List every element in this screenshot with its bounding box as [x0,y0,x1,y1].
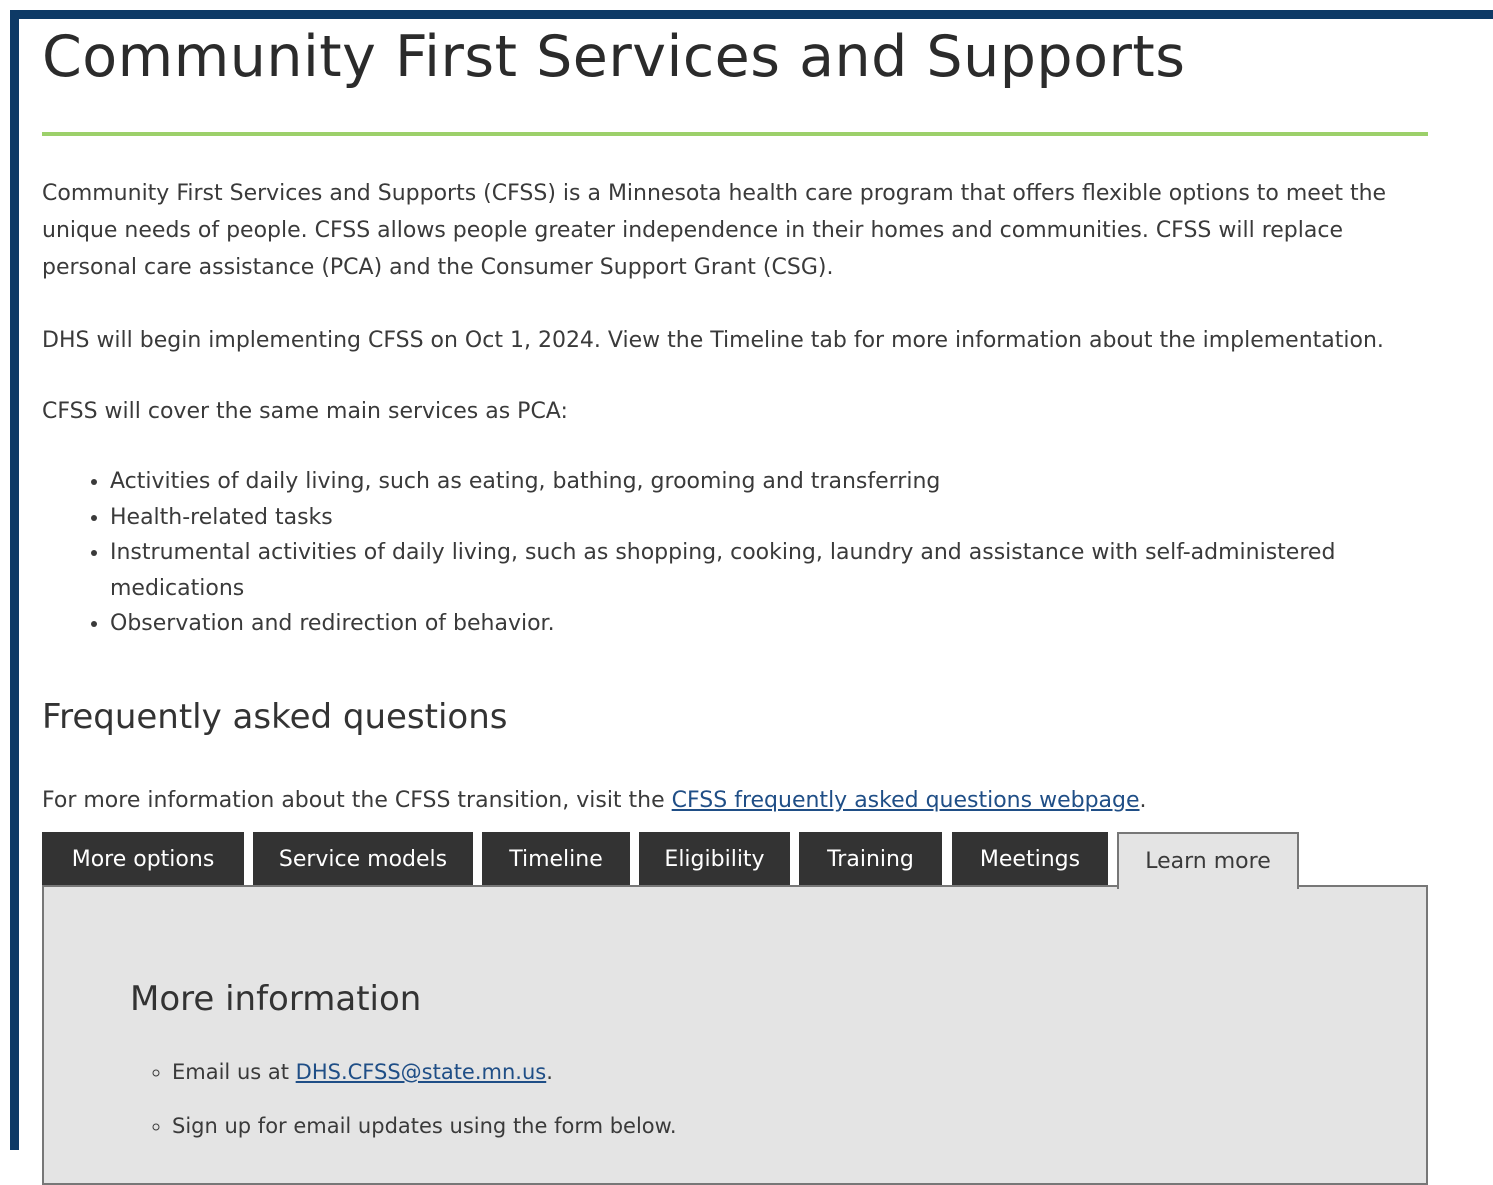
faq-heading: Frequently asked questions [42,697,508,737]
email-suffix: . [546,1060,553,1084]
tab-more-options[interactable]: More options [42,832,244,885]
tab-training[interactable]: Training [799,832,942,885]
faq-text-after: . [1139,788,1147,813]
panel-list: Email us at DHS.CFSS@state.mn.us. Sign u… [130,1045,1272,1153]
tab-meetings[interactable]: Meetings [952,832,1108,885]
faq-text-before: For more information about the CFSS tran… [42,788,672,813]
page-title: Community First Services and Supports [42,24,1186,90]
list-item: Activities of daily living, such as eati… [110,464,1370,500]
title-divider [42,132,1428,136]
services-list: Activities of daily living, such as eati… [80,464,1370,642]
list-item: Observation and redirection of behavior. [110,606,1370,642]
list-item: Instrumental activities of daily living,… [110,535,1370,606]
frame-left-border [10,10,19,1150]
panel-title: More information [130,979,422,1019]
list-item: Health-related tasks [110,500,1370,536]
tab-eligibility[interactable]: Eligibility [639,832,790,885]
frame-top-border [10,10,1493,19]
implementation-paragraph: DHS will begin implementing CFSS on Oct … [42,328,1384,353]
intro-paragraph: Community First Services and Supports (C… [42,181,1387,280]
main-content: Community First Services and Supports Co… [42,22,1428,1185]
tab-bar: More options Service models Timeline Eli… [42,832,1428,889]
list-item: Email us at DHS.CFSS@state.mn.us. [172,1045,1272,1099]
email-prefix: Email us at [172,1060,296,1084]
faq-text: For more information about the CFSS tran… [42,783,1147,819]
email-link[interactable]: DHS.CFSS@state.mn.us [296,1060,547,1084]
tab-timeline[interactable]: Timeline [482,832,630,885]
page-frame: Community First Services and Supports Co… [0,0,1493,1185]
tab-panel-learn-more: More information Email us at DHS.CFSS@st… [42,885,1428,1185]
tab-learn-more[interactable]: Learn more [1117,832,1299,889]
coverage-lead: CFSS will cover the same main services a… [42,399,568,424]
list-item: Sign up for email updates using the form… [172,1099,1272,1153]
tab-service-models[interactable]: Service models [253,832,473,885]
faq-webpage-link[interactable]: CFSS frequently asked questions webpage [672,788,1140,813]
